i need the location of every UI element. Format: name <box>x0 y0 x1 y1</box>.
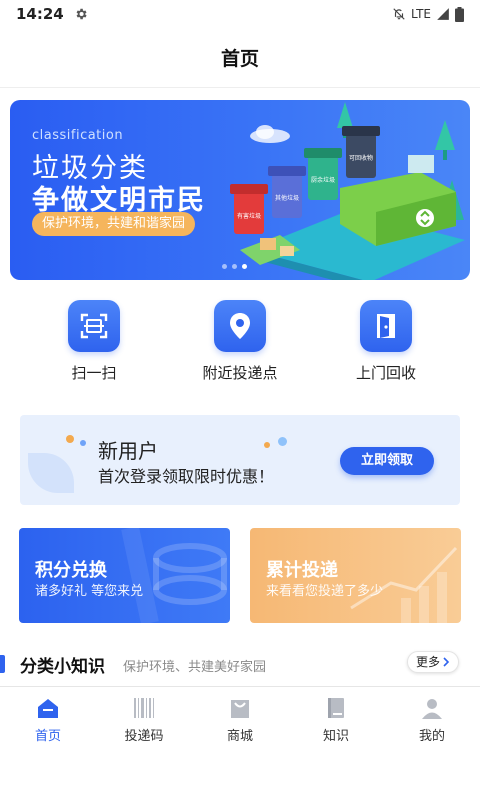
more-button[interactable]: 更多 <box>407 651 460 673</box>
scan-button[interactable]: 扫一扫 <box>34 300 154 383</box>
promo-banner[interactable]: 有害垃圾 其他垃圾 厨余垃圾 可回收物 classification 垃圾分类 … <box>10 100 470 280</box>
chevron-right-icon <box>443 657 450 667</box>
points-exchange-card[interactable]: 积分兑换 诸多好礼 等您来兑 <box>19 528 230 623</box>
new-user-promo[interactable]: 新用户 首次登录领取限时优惠！ 立即领取 <box>20 415 460 505</box>
banner-dot[interactable] <box>222 264 227 269</box>
points-exchange-title: 积分兑换 <box>35 560 107 581</box>
total-dropoffs-subtitle: 来看看您投递了多少 <box>266 584 384 599</box>
door-icon <box>377 314 395 338</box>
status-bar: 14:24 LTE <box>0 0 480 28</box>
total-dropoffs-title: 累计投递 <box>266 560 338 581</box>
status-indicators: LTE <box>392 6 464 22</box>
tab-dropoff-code-label: 投递码 <box>124 729 164 744</box>
bubble-decoration <box>66 435 74 443</box>
claim-now-button[interactable]: 立即领取 <box>340 447 434 475</box>
location-pin-icon <box>230 313 250 339</box>
home-icon <box>38 699 58 718</box>
tab-mall[interactable]: 商城 <box>192 687 288 748</box>
barcode-icon <box>134 698 154 718</box>
tab-knowledge[interactable]: 知识 <box>288 687 384 748</box>
settings-gear-icon <box>76 8 87 20</box>
scan-icon-box <box>68 300 120 352</box>
user-icon <box>422 699 442 719</box>
new-user-title: 新用户 <box>98 439 158 463</box>
banner-slogan-tag: 保护环境，共建和谐家园 <box>32 212 196 236</box>
recycling-bins-illustration: 有害垃圾 其他垃圾 厨余垃圾 可回收物 <box>230 102 465 280</box>
points-exchange-subtitle: 诸多好礼 等您来兑 <box>35 584 144 599</box>
scan-label: 扫一扫 <box>71 364 117 382</box>
bin-label-kitchen: 厨余垃圾 <box>311 176 335 184</box>
bin-label-other: 其他垃圾 <box>275 194 299 202</box>
door-icon-box <box>360 300 412 352</box>
banner-dot[interactable] <box>232 264 237 269</box>
banner-page-indicator <box>222 264 247 269</box>
book-icon <box>328 698 344 718</box>
tab-dropoff-code[interactable]: 投递码 <box>96 687 192 748</box>
knowledge-title: 分类小知识 <box>20 657 105 677</box>
tab-mall-label: 商城 <box>226 729 253 744</box>
bin-label-hazardous: 有害垃圾 <box>237 212 261 220</box>
knowledge-subtitle: 保护环境、共建美好家园 <box>123 660 267 675</box>
home-pickup-label: 上门回收 <box>355 364 416 382</box>
bin-label-recyclable: 可回收物 <box>349 154 373 162</box>
quick-actions: 扫一扫 附近投递点 上门回收 <box>0 300 480 390</box>
battery-icon <box>455 6 464 22</box>
new-user-subtitle: 首次登录领取限时优惠！ <box>98 467 275 486</box>
bubble-decoration <box>80 440 86 446</box>
growth-chart-decoration <box>350 546 458 623</box>
more-label: 更多 <box>416 655 441 669</box>
location-icon-box <box>214 300 266 352</box>
home-pickup-button[interactable]: 上门回收 <box>326 300 446 383</box>
coins-decoration <box>121 528 227 623</box>
section-accent-bar <box>0 655 5 673</box>
nearby-dropoff-button[interactable]: 附近投递点 <box>180 300 300 383</box>
shopping-bag-icon <box>231 700 249 718</box>
app-header: 首页 <box>0 28 480 88</box>
nearby-dropoff-label: 附近投递点 <box>202 364 278 382</box>
network-type: LTE <box>411 7 431 21</box>
tab-home-label: 首页 <box>34 729 61 744</box>
scan-icon <box>80 313 108 339</box>
total-dropoffs-card[interactable]: 累计投递 来看看您投递了多少 <box>250 528 461 623</box>
knowledge-section-header: 分类小知识 保护环境、共建美好家园 更多 <box>0 648 480 680</box>
page-title: 首页 <box>220 48 259 70</box>
bottom-tab-bar: 首页 投递码 商城 知识 我的 <box>0 686 480 748</box>
tab-home[interactable]: 首页 <box>0 687 96 748</box>
banner-subtitle-en: classification <box>32 128 124 143</box>
status-time: 14:24 <box>16 5 64 23</box>
bubble-decoration <box>264 442 270 448</box>
tab-knowledge-label: 知识 <box>322 729 349 744</box>
notifications-off-icon <box>393 8 405 20</box>
banner-dot-active[interactable] <box>242 264 247 269</box>
tab-mine[interactable]: 我的 <box>384 687 480 748</box>
leaf-decoration <box>28 453 74 493</box>
tab-mine-label: 我的 <box>418 729 445 744</box>
signal-icon <box>437 8 449 20</box>
bubble-decoration <box>278 437 287 446</box>
